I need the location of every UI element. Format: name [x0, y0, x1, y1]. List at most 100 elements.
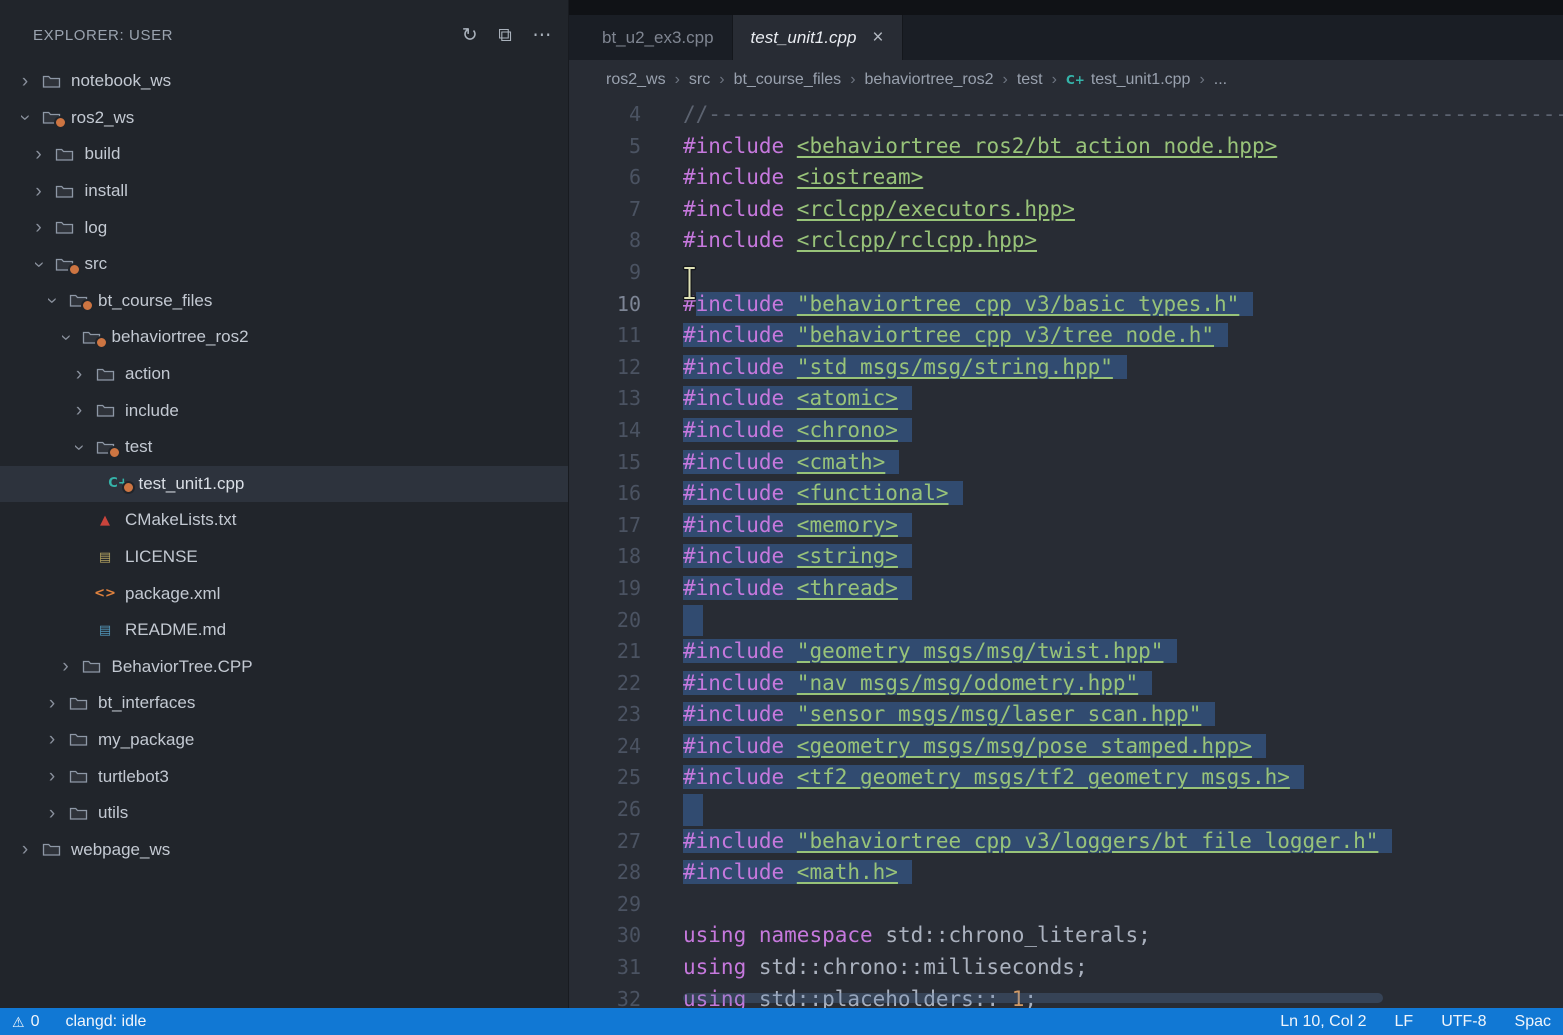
line-number[interactable]: 32 [569, 984, 641, 1008]
more-actions-icon[interactable]: ⋯ [532, 26, 552, 45]
code-line-4[interactable]: 4//-------------------------------------… [569, 99, 1563, 131]
line-number[interactable]: 13 [569, 383, 641, 415]
tree-folder-test[interactable]: ›test [0, 429, 568, 466]
code-line-25[interactable]: 25#include <tf2_geometry_msgs/tf2_geomet… [569, 762, 1563, 794]
tree-folder-bt_course_files[interactable]: ›bt_course_files [0, 283, 568, 320]
line-number[interactable]: 19 [569, 573, 641, 605]
tree-file-package.xml[interactable]: <>package.xml [0, 575, 568, 612]
tree-folder-src[interactable]: ›src [0, 246, 568, 283]
breadcrumb-item[interactable]: src [689, 71, 710, 89]
line-number[interactable]: 26 [569, 794, 641, 826]
tree-file-LICENSE[interactable]: ▤LICENSE [0, 539, 568, 576]
code-line-24[interactable]: 24#include <geometry_msgs/msg/pose_stamp… [569, 731, 1563, 763]
line-number[interactable]: 7 [569, 194, 641, 226]
tree-folder-include[interactable]: ›include [0, 392, 568, 429]
code-line-20[interactable]: 20 [569, 605, 1563, 637]
code-line-5[interactable]: 5#include <behaviortree_ros2/bt_action_n… [569, 131, 1563, 163]
line-number[interactable]: 30 [569, 920, 641, 952]
line-number[interactable]: 21 [569, 636, 641, 668]
line-number[interactable]: 12 [569, 352, 641, 384]
line-number[interactable]: 10 [569, 289, 641, 321]
code-line-14[interactable]: 14#include <chrono> [569, 415, 1563, 447]
line-number[interactable]: 6 [569, 162, 641, 194]
line-number[interactable]: 8 [569, 225, 641, 257]
line-number[interactable]: 9 [569, 257, 641, 289]
close-icon[interactable]: × [872, 28, 883, 47]
refresh-icon[interactable]: ↻ [462, 26, 479, 45]
code-line-17[interactable]: 17#include <memory> [569, 510, 1563, 542]
breadcrumb-item[interactable]: ros2_ws [606, 71, 666, 89]
tree-folder-action[interactable]: ›action [0, 356, 568, 393]
line-number[interactable]: 27 [569, 826, 641, 858]
code-line-28[interactable]: 28#include <math.h> [569, 857, 1563, 889]
line-number[interactable]: 11 [569, 320, 641, 352]
line-number[interactable]: 29 [569, 889, 641, 921]
code-line-22[interactable]: 22#include "nav_msgs/msg/odometry.hpp" [569, 668, 1563, 700]
breadcrumb-item[interactable]: test [1017, 71, 1043, 89]
code-line-23[interactable]: 23#include "sensor_msgs/msg/laser_scan.h… [569, 699, 1563, 731]
indentation-indicator[interactable]: Spac [1515, 1013, 1551, 1031]
code-line-29[interactable]: 29 [569, 889, 1563, 921]
breadcrumb-item[interactable]: behaviortree_ros2 [865, 71, 994, 89]
line-number[interactable]: 28 [569, 857, 641, 889]
horizontal-scrollbar[interactable] [683, 993, 1383, 1003]
tree-folder-install[interactable]: ›install [0, 173, 568, 210]
collapse-folders-icon[interactable]: ⧉ [498, 26, 512, 45]
code-line-10[interactable]: 10#include "behaviortree_cpp_v3/basic_ty… [569, 289, 1563, 321]
code-line-19[interactable]: 19#include <thread> [569, 573, 1563, 605]
problems-button[interactable]: ⚠ 0 [12, 1013, 39, 1031]
code-line-8[interactable]: 8#include <rclcpp/rclcpp.hpp> [569, 225, 1563, 257]
code-line-15[interactable]: 15#include <cmath> [569, 447, 1563, 479]
cursor-position[interactable]: Ln 10, Col 2 [1280, 1013, 1366, 1031]
tree-folder-behaviortree_ros2[interactable]: ›behaviortree_ros2 [0, 319, 568, 356]
line-number[interactable]: 4 [569, 99, 641, 131]
code-line-21[interactable]: 21#include "geometry_msgs/msg/twist.hpp" [569, 636, 1563, 668]
tree-file-README.md[interactable]: ▤README.md [0, 612, 568, 649]
eol-indicator[interactable]: LF [1395, 1013, 1414, 1031]
line-number[interactable]: 18 [569, 541, 641, 573]
tab-test_unit1.cpp[interactable]: test_unit1.cpp× [733, 15, 903, 60]
line-number[interactable]: 25 [569, 762, 641, 794]
code-line-18[interactable]: 18#include <string> [569, 541, 1563, 573]
tree-folder-my_package[interactable]: ›my_package [0, 722, 568, 759]
code-line-12[interactable]: 12#include "std_msgs/msg/string.hpp" [569, 352, 1563, 384]
tree-folder-bt_interfaces[interactable]: ›bt_interfaces [0, 685, 568, 722]
tree-folder-turtlebot3[interactable]: ›turtlebot3 [0, 758, 568, 795]
tree-folder-log[interactable]: ›log [0, 209, 568, 246]
code-line-11[interactable]: 11#include "behaviortree_cpp_v3/tree_nod… [569, 320, 1563, 352]
breadcrumb-item[interactable]: bt_course_files [734, 71, 842, 89]
line-number[interactable]: 24 [569, 731, 641, 763]
line-number[interactable]: 23 [569, 699, 641, 731]
encoding-indicator[interactable]: UTF-8 [1441, 1013, 1486, 1031]
code-line-27[interactable]: 27#include "behaviortree_cpp_v3/loggers/… [569, 826, 1563, 858]
line-number[interactable]: 14 [569, 415, 641, 447]
code-editor[interactable]: 4//-------------------------------------… [569, 99, 1563, 1008]
code-line-31[interactable]: 31using std::chrono::milliseconds; [569, 952, 1563, 984]
line-number[interactable]: 15 [569, 447, 641, 479]
tab-bt_u2_ex3.cpp[interactable]: bt_u2_ex3.cpp [584, 15, 733, 60]
code-line-30[interactable]: 30using namespace std::chrono_literals; [569, 920, 1563, 952]
tree-folder-utils[interactable]: ›utils [0, 795, 568, 832]
code-line-16[interactable]: 16#include <functional> [569, 478, 1563, 510]
breadcrumb-item[interactable]: ... [1214, 71, 1227, 89]
line-number[interactable]: 22 [569, 668, 641, 700]
line-number[interactable]: 20 [569, 605, 641, 637]
clangd-status[interactable]: clangd: idle [65, 1013, 146, 1031]
breadcrumb-item[interactable]: test_unit1.cpp [1091, 71, 1191, 89]
line-number[interactable]: 31 [569, 952, 641, 984]
tree-folder-webpage_ws[interactable]: ›webpage_ws [0, 831, 568, 868]
line-number[interactable]: 17 [569, 510, 641, 542]
code-line-9[interactable]: 9 [569, 257, 1563, 289]
tree-folder-notebook_ws[interactable]: ›notebook_ws [0, 63, 568, 100]
tree-folder-build[interactable]: ›build [0, 136, 568, 173]
code-line-6[interactable]: 6#include <iostream> [569, 162, 1563, 194]
line-number[interactable]: 5 [569, 131, 641, 163]
tree-file-test_unit1.cpp[interactable]: C+test_unit1.cpp [0, 466, 568, 503]
line-number[interactable]: 16 [569, 478, 641, 510]
tree-folder-ros2_ws[interactable]: ›ros2_ws [0, 100, 568, 137]
code-line-26[interactable]: 26 [569, 794, 1563, 826]
tree-file-CMakeLists.txt[interactable]: ▲CMakeLists.txt [0, 502, 568, 539]
tree-folder-BehaviorTree.CPP[interactable]: ›BehaviorTree.CPP [0, 649, 568, 686]
code-line-7[interactable]: 7#include <rclcpp/executors.hpp> [569, 194, 1563, 226]
code-line-13[interactable]: 13#include <atomic> [569, 383, 1563, 415]
